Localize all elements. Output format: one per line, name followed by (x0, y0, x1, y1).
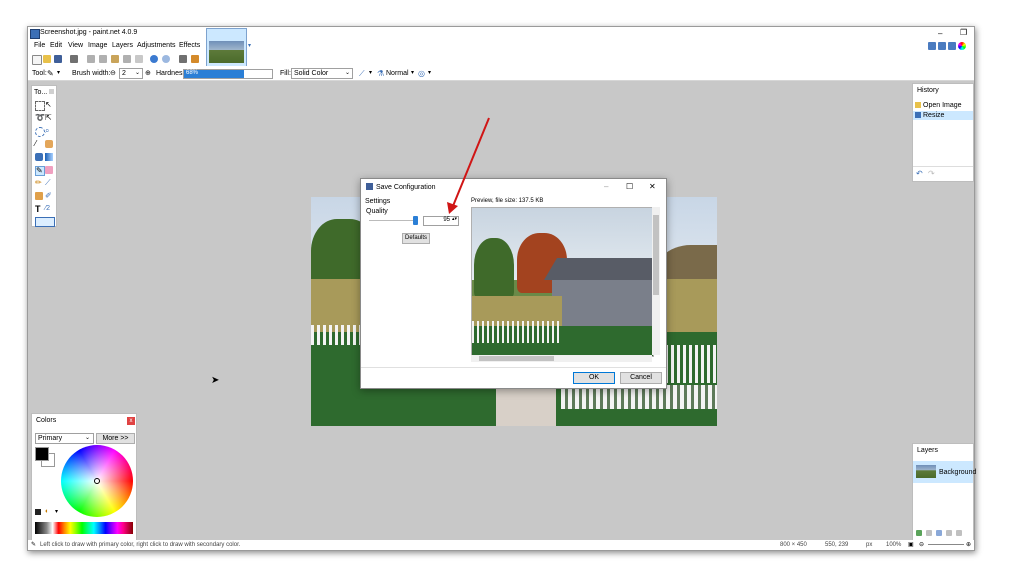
annotation-arrow-shaft (452, 117, 490, 207)
annotation-arrow (447, 117, 490, 214)
annotation-arrow-head (447, 202, 458, 214)
primary-color-swatch[interactable] (35, 447, 49, 461)
